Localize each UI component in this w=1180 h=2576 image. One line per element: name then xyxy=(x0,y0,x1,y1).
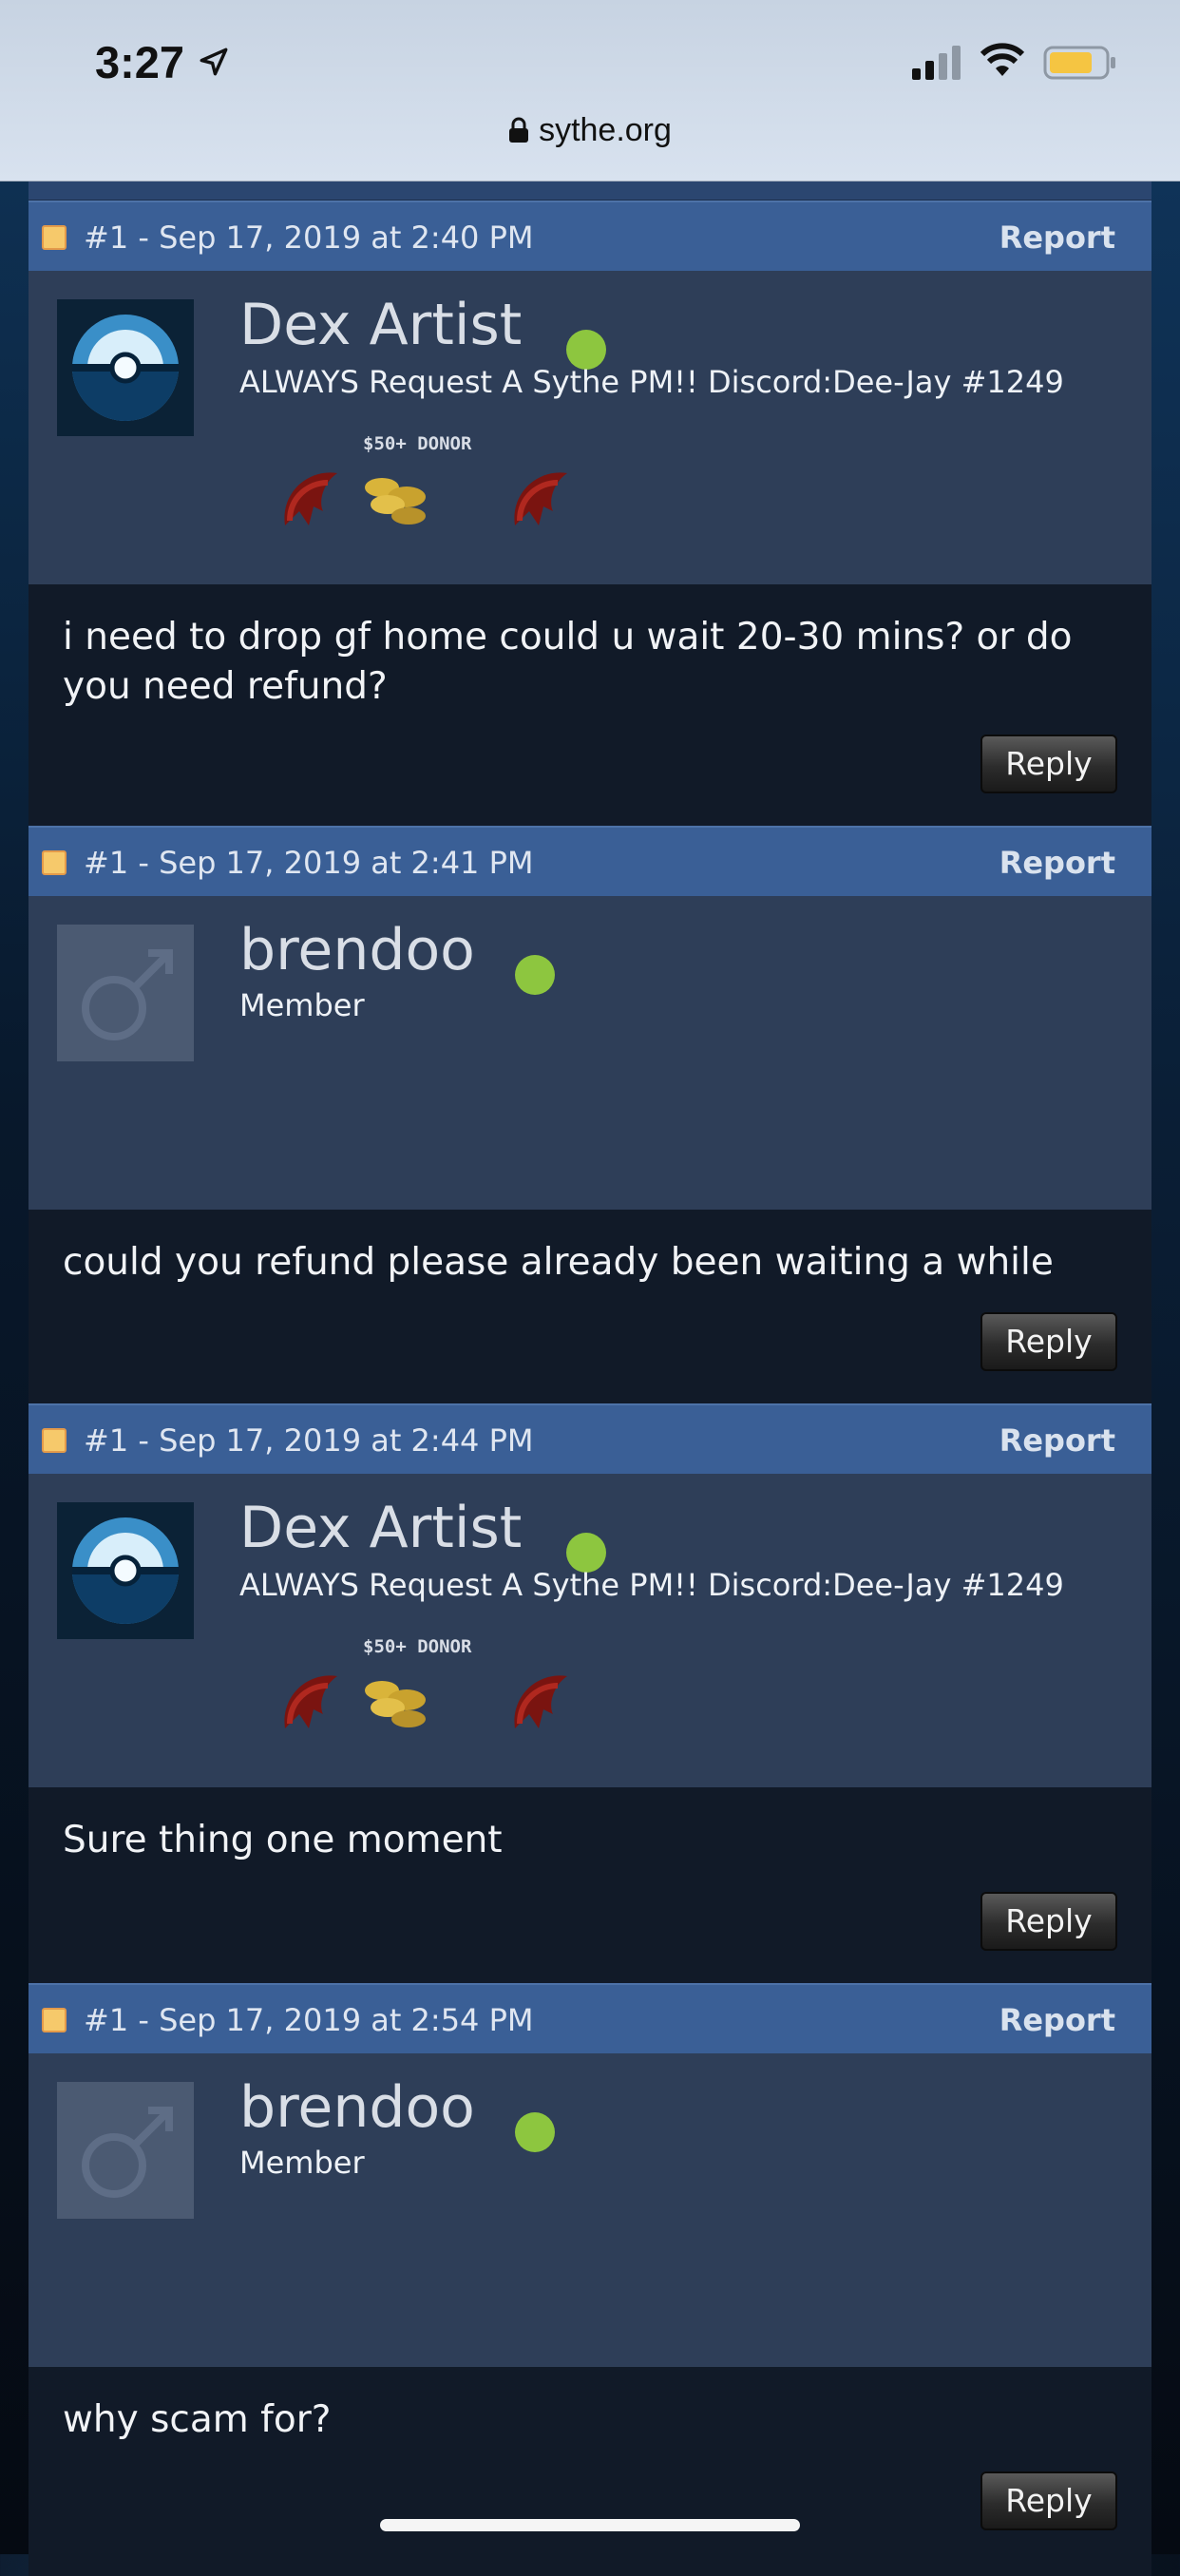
location-arrow-icon xyxy=(200,48,228,76)
report-link[interactable]: Report xyxy=(999,845,1115,881)
post-header: #1 - Sep 17, 2019 at 2:40 PM Report xyxy=(29,200,1151,271)
user-info: Dex Artist ALWAYS Request A Sythe PM!! D… xyxy=(29,271,1151,584)
donor-badge-label: $50+ DONOR xyxy=(363,433,472,454)
home-indicator[interactable] xyxy=(380,2519,800,2531)
post-message: i need to drop gf home could u wait 20-3… xyxy=(29,584,1151,826)
background-left xyxy=(0,181,29,2554)
user-title: ALWAYS Request A Sythe PM!! Discord:Dee-… xyxy=(239,1567,1064,1603)
post-meta: #1 - Sep 17, 2019 at 2:44 PM xyxy=(84,1422,534,1459)
username[interactable]: brendoo xyxy=(239,2074,475,2141)
post: #1 - Sep 17, 2019 at 2:54 PM Report bren… xyxy=(29,1983,1151,2576)
username[interactable]: Dex Artist xyxy=(239,292,522,358)
reply-button[interactable]: Reply xyxy=(980,2471,1117,2530)
message-text: i need to drop gf home could u wait 20-3… xyxy=(63,616,1073,708)
post-message: could you refund please already been wai… xyxy=(29,1210,1151,1403)
post-meta: #1 - Sep 17, 2019 at 2:40 PM xyxy=(84,219,534,256)
username[interactable]: brendoo xyxy=(239,917,475,983)
report-link[interactable]: Report xyxy=(999,1422,1115,1459)
post-meta: #1 - Sep 17, 2019 at 2:54 PM xyxy=(84,2002,534,2038)
user-info: Dex Artist ALWAYS Request A Sythe PM!! D… xyxy=(29,1474,1151,1787)
message-text: Sure thing one moment xyxy=(63,1819,503,1861)
post-icon xyxy=(42,1428,67,1453)
donor-badge-label: $50+ DONOR xyxy=(363,1636,472,1657)
message-text: why scam for? xyxy=(63,2398,332,2441)
wifi-icon xyxy=(980,43,1025,76)
avatar[interactable] xyxy=(57,1502,194,1639)
donor-badge-icon: $50+ DONOR xyxy=(284,1636,567,1728)
post-header: #1 - Sep 17, 2019 at 2:54 PM Report xyxy=(29,1983,1151,2053)
post-meta: #1 - Sep 17, 2019 at 2:41 PM xyxy=(84,845,534,881)
user-title: ALWAYS Request A Sythe PM!! Discord:Dee-… xyxy=(239,364,1064,400)
post-header: #1 - Sep 17, 2019 at 2:44 PM Report xyxy=(29,1403,1151,1474)
post: #1 - Sep 17, 2019 at 2:44 PM Report Dex … xyxy=(29,1403,1151,1983)
address-bar[interactable]: sythe.org xyxy=(0,112,1180,149)
user-info: brendoo Member xyxy=(29,2053,1151,2367)
post-header: #1 - Sep 17, 2019 at 2:41 PM Report xyxy=(29,826,1151,896)
post-message: Sure thing one moment Reply xyxy=(29,1787,1151,1983)
post-icon xyxy=(42,2008,67,2032)
user-info: brendoo Member xyxy=(29,896,1151,1210)
user-title: Member xyxy=(239,987,365,1023)
reply-button[interactable]: Reply xyxy=(980,1312,1117,1371)
username[interactable]: Dex Artist xyxy=(239,1495,522,1561)
battery-icon xyxy=(1043,46,1115,80)
post: #1 - Sep 17, 2019 at 2:41 PM Report bren… xyxy=(29,826,1151,1403)
report-link[interactable]: Report xyxy=(999,219,1115,256)
reply-button[interactable]: Reply xyxy=(980,735,1117,793)
url-text: sythe.org xyxy=(539,112,672,148)
default-male-avatar-icon[interactable] xyxy=(57,925,194,1061)
default-male-avatar-icon[interactable] xyxy=(57,2082,194,2219)
lock-icon xyxy=(509,117,529,143)
browser-top-bar: 3:27 sythe.org xyxy=(0,0,1180,181)
user-title: Member xyxy=(239,2145,365,2181)
background-right xyxy=(1151,181,1180,2554)
avatar[interactable] xyxy=(57,299,194,436)
cellular-signal-icon xyxy=(912,46,961,80)
post: #1 - Sep 17, 2019 at 2:40 PM Report Dex … xyxy=(29,200,1151,826)
reply-button[interactable]: Reply xyxy=(980,1892,1117,1951)
donor-badge-icon: $50+ DONOR xyxy=(284,433,567,525)
report-link[interactable]: Report xyxy=(999,2002,1115,2038)
thread-top-strip xyxy=(29,181,1151,200)
message-text: could you refund please already been wai… xyxy=(63,1241,1054,1284)
thread: #1 - Sep 17, 2019 at 2:40 PM Report Dex … xyxy=(29,181,1151,2576)
post-icon xyxy=(42,850,67,875)
post-icon xyxy=(42,225,67,250)
status-time: 3:27 xyxy=(95,37,185,87)
post-message: why scam for? Reply xyxy=(29,2367,1151,2576)
